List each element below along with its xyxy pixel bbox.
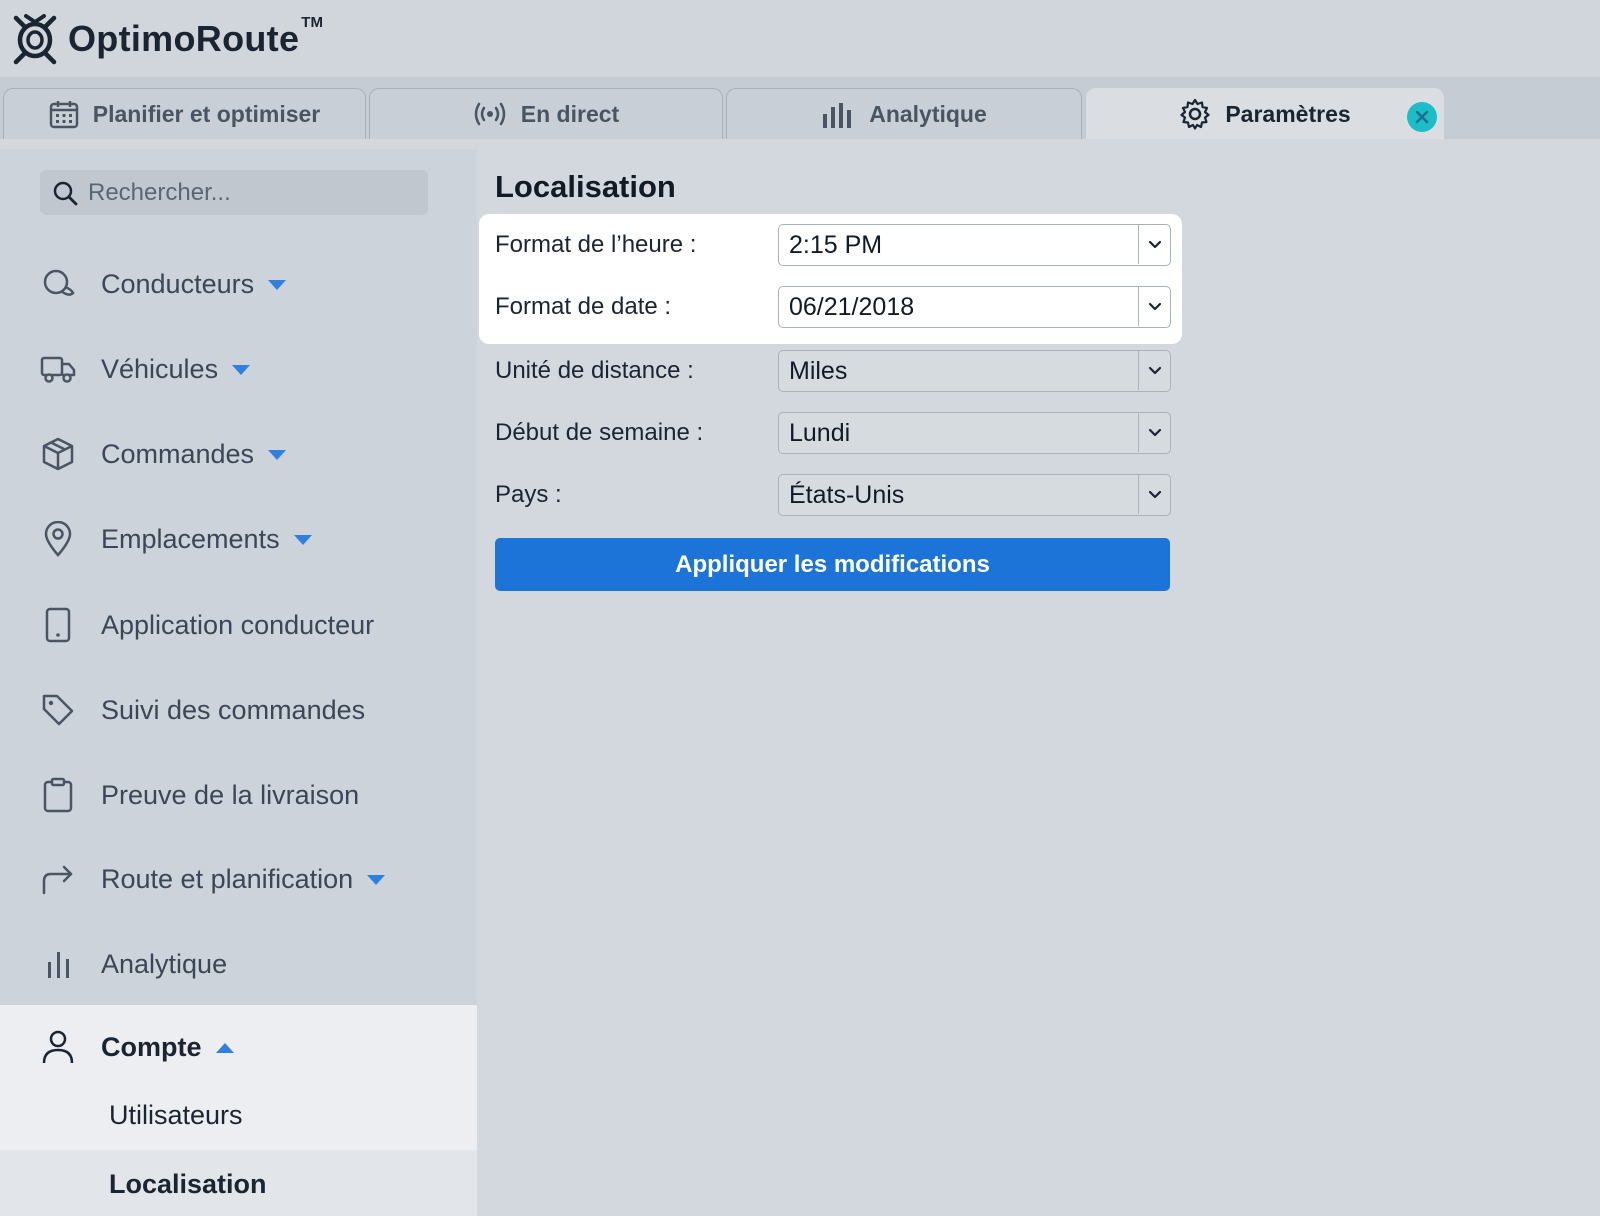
close-icon xyxy=(1415,110,1429,124)
tab-label: Paramètres xyxy=(1225,100,1351,127)
date-format-value: 06/21/2018 xyxy=(789,292,915,321)
country-label: Pays : xyxy=(495,481,562,508)
route-arrow-icon xyxy=(40,861,76,897)
date-format-select[interactable]: 06/21/2018 xyxy=(778,286,1171,328)
page-title: Localisation xyxy=(495,169,676,204)
caret-down-icon xyxy=(367,875,386,886)
truck-icon xyxy=(40,351,76,387)
sidebar-item-label: Commandes xyxy=(101,438,255,469)
sidebar-item-compte[interactable]: Compte xyxy=(0,1017,477,1077)
main-content: Localisation Format de l’heure : 2:15 PM… xyxy=(477,149,1600,1216)
sidebar-item-application-conducteur[interactable]: Application conducteur xyxy=(0,595,477,655)
sidebar-item-label: Véhicules xyxy=(101,353,219,384)
main-tabs: Planifier et optimiser En direct Analyti… xyxy=(0,77,1600,139)
chevron-down-icon xyxy=(1138,287,1170,326)
date-format-label: Format de date : xyxy=(495,293,672,320)
sidebar-item-label: Emplacements xyxy=(101,523,280,554)
bar-chart-icon xyxy=(821,100,855,128)
sidebar-item-conducteurs[interactable]: Conducteurs xyxy=(0,254,477,314)
sidebar-item-emplacements[interactable]: Emplacements xyxy=(0,509,477,569)
sidebar-item-preuve-livraison[interactable]: Preuve de la livraison xyxy=(0,765,477,825)
time-format-label: Format de l’heure : xyxy=(495,231,697,258)
distance-unit-label: Unité de distance : xyxy=(495,357,694,384)
search-input[interactable] xyxy=(88,178,408,207)
sidebar-subitem-localisation[interactable]: Localisation xyxy=(109,1169,267,1200)
week-start-label: Début de semaine : xyxy=(495,419,704,446)
sidebar-item-label: Compte xyxy=(101,1031,202,1062)
form-row-date-format: Format de date : 06/21/2018 xyxy=(495,285,1175,329)
gear-icon xyxy=(1179,98,1211,130)
tab-analytique[interactable]: Analytique xyxy=(726,88,1082,139)
apply-changes-button[interactable]: Appliquer les modifications xyxy=(495,538,1170,591)
close-tab-button[interactable] xyxy=(1407,102,1437,132)
sidebar-item-route-planification[interactable]: Route et planification xyxy=(0,849,477,909)
sidebar-item-label: Preuve de la livraison xyxy=(101,779,360,810)
tab-parametres[interactable]: Paramètres xyxy=(1086,88,1444,139)
user-icon xyxy=(40,1029,76,1065)
caret-down-icon xyxy=(232,365,251,376)
trademark: TM xyxy=(301,14,323,31)
country-value: États-Unis xyxy=(789,480,905,509)
sidebar-item-label: Suivi des commandes xyxy=(101,694,366,725)
brand-name: OptimoRoute xyxy=(68,17,300,59)
chevron-down-icon xyxy=(1138,413,1170,452)
country-select[interactable]: États-Unis xyxy=(778,474,1171,516)
sidebar-item-label: Application conducteur xyxy=(101,609,375,640)
broadcast-icon xyxy=(473,101,507,127)
caret-down-icon xyxy=(268,280,287,291)
week-start-select[interactable]: Lundi xyxy=(778,412,1171,454)
caret-down-icon xyxy=(293,535,312,546)
top-bar: OptimoRoute TM xyxy=(0,0,1600,77)
clipboard-icon xyxy=(40,777,76,813)
location-pin-icon xyxy=(40,521,76,557)
calendar-icon xyxy=(49,99,79,129)
caret-up-icon xyxy=(215,1043,234,1054)
sidebar-item-vehicules[interactable]: Véhicules xyxy=(0,339,477,399)
chevron-down-icon xyxy=(1138,475,1170,514)
optimoroute-logo-icon xyxy=(13,13,57,64)
week-start-value: Lundi xyxy=(789,418,851,447)
chevron-down-icon xyxy=(1138,225,1170,264)
tab-label: Analytique xyxy=(869,100,987,127)
tab-planifier[interactable]: Planifier et optimiser xyxy=(3,88,366,139)
sidebar-item-commandes[interactable]: Commandes xyxy=(0,424,477,484)
tab-en-direct[interactable]: En direct xyxy=(369,88,723,139)
tab-label: En direct xyxy=(520,100,620,127)
form-row-country: Pays : États-Unis xyxy=(495,473,1175,517)
form-row-time-format: Format de l’heure : 2:15 PM xyxy=(495,223,1175,267)
driver-icon xyxy=(40,266,76,302)
sidebar-item-label: Analytique xyxy=(101,948,228,979)
form-row-week-start: Début de semaine : Lundi xyxy=(495,411,1175,455)
phone-icon xyxy=(40,607,76,643)
distance-unit-value: Miles xyxy=(789,356,848,385)
time-format-select[interactable]: 2:15 PM xyxy=(778,224,1171,266)
package-icon xyxy=(40,436,76,472)
search-box[interactable] xyxy=(40,170,428,215)
form-row-distance-unit: Unité de distance : Miles xyxy=(495,349,1175,393)
bar-chart-icon xyxy=(40,946,76,982)
tag-icon xyxy=(40,692,76,728)
tab-label: Planifier et optimiser xyxy=(92,100,321,127)
sidebar-item-analytique[interactable]: Analytique xyxy=(0,934,477,994)
logo[interactable]: OptimoRoute TM xyxy=(10,12,323,66)
search-icon xyxy=(53,181,78,205)
caret-down-icon xyxy=(268,450,287,461)
chevron-down-icon xyxy=(1138,351,1170,390)
sidebar-item-label: Conducteurs xyxy=(101,268,255,299)
distance-unit-select[interactable]: Miles xyxy=(778,350,1171,392)
sidebar-subitem-utilisateurs[interactable]: Utilisateurs xyxy=(109,1100,243,1131)
sidebar-item-suivi-commandes[interactable]: Suivi des commandes xyxy=(0,680,477,740)
sidebar-item-label: Route et planification xyxy=(101,863,354,894)
time-format-value: 2:15 PM xyxy=(789,230,883,259)
